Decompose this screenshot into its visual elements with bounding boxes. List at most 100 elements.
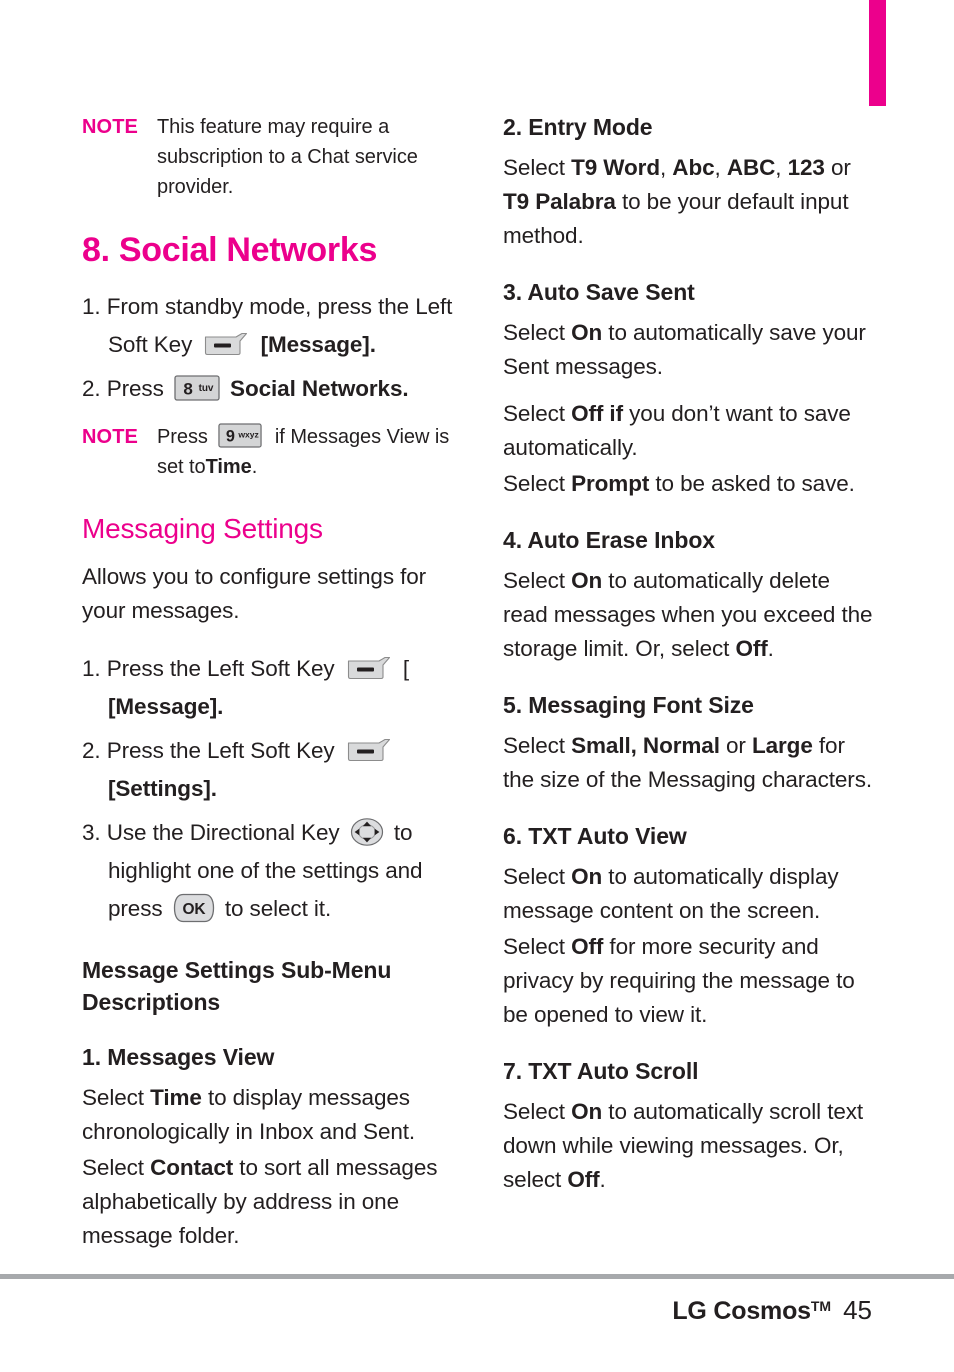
desc-text: Select xyxy=(503,471,572,496)
footer-divider xyxy=(0,1274,954,1279)
section-intro: Allows you to configure settings for you… xyxy=(82,564,427,623)
left-column: NOTE This feature may require a subscrip… xyxy=(82,112,454,1266)
desc-text: or xyxy=(824,155,851,180)
setting-heading-txt-auto-view: 6. TXT Auto View xyxy=(503,823,687,849)
setting-heading-messages-view: 1. Messages View xyxy=(82,1044,275,1070)
key-8-tuv-icon: 8 tuv xyxy=(174,375,220,401)
note-label: NOTE xyxy=(82,426,138,448)
setting-description: Select On to automatically delete read m… xyxy=(503,564,875,666)
list-item: 2. Press the Left Soft Key [Settings]. xyxy=(82,732,454,808)
setting-heading-txt-auto-scroll: 7. TXT Auto Scroll xyxy=(503,1058,699,1084)
desc-text: , xyxy=(714,155,727,180)
desc-text: Select xyxy=(503,1099,572,1124)
note-text: Press 9 wxyz if Messages View is set toT… xyxy=(157,422,454,482)
directional-key-icon xyxy=(350,817,384,847)
note-block-top: NOTE This feature may require a subscrip… xyxy=(82,112,454,202)
desc-option: Contact xyxy=(150,1155,234,1180)
list-item: 1. From standby mode, press the Left Sof… xyxy=(82,288,454,364)
desc-text: Select xyxy=(82,1085,151,1110)
left-soft-key-icon xyxy=(347,656,391,680)
key-9-wxyz-icon: 9 wxyz xyxy=(218,423,264,449)
section-color-tab xyxy=(869,0,886,106)
left-soft-key-icon xyxy=(347,738,391,762)
desc-option: Time xyxy=(150,1085,202,1110)
desc-option: Off xyxy=(571,934,604,959)
desc-option: Small, Normal xyxy=(571,733,720,758)
desc-text: or xyxy=(719,733,752,758)
svg-text:wxyz: wxyz xyxy=(238,429,259,439)
desc-text: , xyxy=(659,155,673,180)
desc-text: Select xyxy=(82,1155,151,1180)
note-label: NOTE xyxy=(82,116,138,138)
step-text: 1. Press the Left Soft Key xyxy=(82,656,335,681)
step-bold-label: Social Networks. xyxy=(230,376,409,401)
desc-text: Select xyxy=(503,864,572,889)
svg-text:8: 8 xyxy=(183,380,192,399)
step-text-tail: to select it. xyxy=(224,896,332,921)
submenu-heading: Message Settings Sub-Menu Descriptions xyxy=(82,957,392,1015)
desc-option: Off if xyxy=(571,401,623,426)
step-bold-label: [Message]. xyxy=(260,332,376,357)
desc-text: Select xyxy=(503,320,572,345)
setting-description: Select Time to display messages chronolo… xyxy=(82,1081,454,1149)
desc-option: T9 Palabra xyxy=(503,189,616,214)
step-text-suffix: Social Networks. xyxy=(230,376,409,401)
desc-text: Select xyxy=(503,934,572,959)
desc-option: On xyxy=(571,1099,603,1124)
chapter-heading: 8. Social Networks xyxy=(82,231,378,269)
desc-text: , xyxy=(775,155,788,180)
step-text-suffix: [Message]. xyxy=(261,332,376,357)
section-heading: Messaging Settings xyxy=(82,513,323,544)
setting-heading-auto-save-sent: 3. Auto Save Sent xyxy=(503,279,695,305)
desc-option: T9 Word xyxy=(571,155,660,180)
note-text-prefix: Press xyxy=(157,426,208,448)
list-item: 3. Use the Directional Key to highlight … xyxy=(82,814,454,928)
setting-description: Select T9 Word, Abc, ABC, 123 or T9 Pala… xyxy=(503,151,875,253)
desc-text: to be asked to save. xyxy=(649,471,855,496)
manual-page: NOTE This feature may require a subscrip… xyxy=(0,0,954,1372)
right-column: 2. Entry Mode Select T9 Word, Abc, ABC, … xyxy=(503,112,875,1210)
desc-text: Select xyxy=(503,568,572,593)
desc-text: Select xyxy=(503,155,572,180)
svg-text:OK: OK xyxy=(182,901,206,918)
setting-description: Select Small, Normal or Large for the si… xyxy=(503,729,875,797)
svg-text:tuv: tuv xyxy=(199,383,214,394)
desc-option: Prompt xyxy=(571,471,650,496)
desc-option: Large xyxy=(751,733,813,758)
desc-text: . xyxy=(599,1167,606,1192)
page-footer: LG CosmosTM 45 xyxy=(672,1290,872,1327)
left-soft-key-icon xyxy=(204,332,248,356)
desc-text: . xyxy=(767,636,774,661)
setting-description: Select On to automatically scroll text d… xyxy=(503,1095,875,1197)
note-period: . xyxy=(251,456,258,478)
setting-heading-messaging-font-size: 5. Messaging Font Size xyxy=(503,692,754,718)
step-text-suffix: [[Message]. xyxy=(402,656,410,681)
brand-name: LG Cosmos xyxy=(672,1297,811,1325)
setting-description: Select Contact to sort all messages alph… xyxy=(82,1151,454,1253)
setting-heading-entry-mode: 2. Entry Mode xyxy=(503,114,653,140)
trademark-mark: TM xyxy=(810,1298,832,1314)
setting-description: Select On to automatically display messa… xyxy=(503,860,875,928)
step-bold-label: [Message]. xyxy=(108,694,224,719)
svg-text:9: 9 xyxy=(226,428,235,446)
step-text: 2. Press the Left Soft Key xyxy=(82,738,335,763)
desc-option: 123 xyxy=(787,155,825,180)
step-bold-label: [Settings]. xyxy=(108,776,217,801)
setting-description: Select On to automatically save your Sen… xyxy=(503,316,875,384)
page-number: 45 xyxy=(843,1295,872,1325)
setting-description: Select Off if you don’t want to save aut… xyxy=(503,397,875,465)
step-text: 2. Press xyxy=(82,376,164,401)
note-block-middle: NOTE Press 9 wxyz if Messages View is se… xyxy=(82,422,454,482)
desc-option: Off xyxy=(735,636,768,661)
step-text: 3. Use the Directional Key xyxy=(82,820,340,845)
step-suffix-render-2: [Settings]. xyxy=(108,776,217,801)
list-item: 2. Press 8 tuv Social Networks. xyxy=(82,370,454,408)
setting-description: Select Off for more security and privacy… xyxy=(503,930,875,1032)
desc-option: On xyxy=(571,320,603,345)
desc-option: On xyxy=(571,864,603,889)
desc-text: Select xyxy=(503,733,572,758)
note-text: This feature may require a subscription … xyxy=(157,116,418,198)
desc-option: Off xyxy=(567,1167,600,1192)
desc-option: On xyxy=(571,568,603,593)
ok-key-icon: OK xyxy=(173,893,215,923)
